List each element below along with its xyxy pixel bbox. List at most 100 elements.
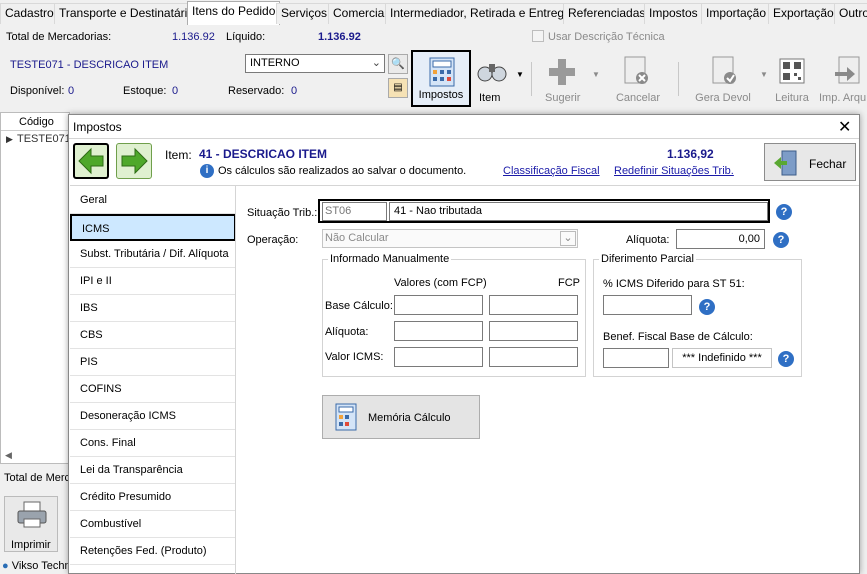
fcp-label: FCP xyxy=(558,277,580,289)
usar-desc-checkbox[interactable] xyxy=(532,30,544,42)
chevron-down-icon: ⌄ xyxy=(560,231,576,246)
tab-outro[interactable]: Outro xyxy=(834,3,867,24)
tab-exportacao[interactable]: Exportação xyxy=(768,3,839,24)
item-dropdown-icon[interactable]: ▼ xyxy=(516,70,524,79)
next-item-button[interactable] xyxy=(116,143,152,179)
redefinir-situacoes-link[interactable]: Redefinir Situações Trib. xyxy=(614,165,734,177)
total-merc-label: Total de Merc xyxy=(4,472,71,484)
manual-group-title: Informado Manualmente xyxy=(328,253,452,265)
prev-item-button[interactable] xyxy=(73,143,109,179)
gera-devol-button[interactable]: ▼ Gera Devol xyxy=(688,50,768,108)
grid-row[interactable]: ▶ TESTE071 xyxy=(1,131,71,147)
help-icon[interactable]: ? xyxy=(778,351,794,367)
globe-icon: ● xyxy=(2,560,9,572)
situacao-code-input[interactable]: ST06 xyxy=(322,202,387,221)
classificacao-fiscal-link[interactable]: Classificação Fiscal xyxy=(503,165,600,177)
gera-devol-dropdown-icon[interactable]: ▼ xyxy=(760,70,768,79)
toolbar-separator xyxy=(531,62,532,96)
sidebar-item-combustivel[interactable]: Combustível xyxy=(70,511,236,538)
impostos-button[interactable]: Impostos xyxy=(411,50,471,107)
close-icon[interactable]: ✕ xyxy=(838,117,851,137)
fechar-button[interactable]: Fechar xyxy=(764,143,856,181)
sidebar-item-cofins[interactable]: COFINS xyxy=(70,376,236,403)
icms-diferido-input[interactable] xyxy=(603,295,692,315)
disponivel-value: 0 xyxy=(68,85,75,97)
sidebar-item-icms[interactable]: ICMS xyxy=(70,214,236,241)
help-icon[interactable]: ? xyxy=(773,232,789,248)
sidebar-item-geral[interactable]: Geral xyxy=(70,187,236,214)
situacao-desc-input[interactable]: 41 - Nao tributada xyxy=(389,202,768,221)
tab-referenciadas[interactable]: Referenciadas xyxy=(563,3,651,24)
valor-icms-fcp-input[interactable] xyxy=(489,347,578,367)
status-bar: ● Vikso Techn xyxy=(0,558,68,574)
base-calculo-input[interactable] xyxy=(394,295,483,315)
tax-sidebar: Geral ICMS Subst. Tributária / Dif. Alíq… xyxy=(70,187,236,565)
folder-button[interactable]: ▤ xyxy=(388,78,408,98)
help-icon[interactable]: ? xyxy=(776,204,792,220)
tab-impostos[interactable]: Impostos xyxy=(644,3,703,24)
benef-fiscal-code-input[interactable] xyxy=(603,348,669,368)
leitura-button[interactable]: Leitura xyxy=(770,50,814,108)
valor-icms-input[interactable] xyxy=(394,347,483,367)
imp-arqu-label: Imp. Arqu xyxy=(819,92,867,104)
calculator-icon xyxy=(335,403,357,431)
sidebar-item-credito-presumido[interactable]: Crédito Presumido xyxy=(70,484,236,511)
return-document-icon xyxy=(712,56,736,84)
memoria-calculo-button[interactable]: Memória Cálculo xyxy=(322,395,480,439)
aliquota-input[interactable]: 0,00 xyxy=(676,229,765,249)
memoria-calculo-label: Memória Cálculo xyxy=(368,412,451,424)
sugerir-dropdown-icon[interactable]: ▼ xyxy=(592,70,600,79)
cancelar-button[interactable]: Cancelar xyxy=(608,50,668,108)
tab-itens-pedido[interactable]: Itens do Pedido xyxy=(187,1,281,25)
qrcode-icon xyxy=(779,58,805,84)
info-icon: i xyxy=(200,164,214,178)
tab-importacao[interactable]: Importação xyxy=(701,3,772,24)
tab-intermediador[interactable]: Intermediador, Retirada e Entrega xyxy=(385,3,576,24)
liquido-label: Líquido: xyxy=(226,31,266,43)
leitura-label: Leitura xyxy=(775,92,809,104)
imp-arqu-button[interactable]: Imp. Arqu xyxy=(817,50,867,108)
item-name: TESTE071 - DESCRICAO ITEM xyxy=(10,59,169,71)
tab-transporte[interactable]: Transporte e Destinatário xyxy=(54,3,199,24)
situacao-desc-value: 41 - Nao tributada xyxy=(394,205,483,217)
aliquota-fcp-input[interactable] xyxy=(489,321,578,341)
sidebar-item-subst-tributaria[interactable]: Subst. Tributária / Dif. Alíquota xyxy=(70,241,236,268)
sidebar-item-desoneracao[interactable]: Desoneração ICMS xyxy=(70,403,236,430)
tab-cadastro[interactable]: Cadastro xyxy=(0,3,59,24)
base-calculo-fcp-input[interactable] xyxy=(489,295,578,315)
benef-fiscal-desc-input[interactable]: *** Indefinido *** xyxy=(672,348,772,368)
sidebar-item-ibs[interactable]: IBS xyxy=(70,295,236,322)
items-grid: Código ▶ TESTE071 ◀ xyxy=(0,112,71,464)
help-icon[interactable]: ? xyxy=(699,299,715,315)
exit-door-icon xyxy=(774,150,797,176)
search-button[interactable]: 🔍 xyxy=(388,54,408,74)
reservado-label: Reservado: xyxy=(228,85,285,97)
sidebar-item-cons-final[interactable]: Cons. Final xyxy=(70,430,236,457)
chevron-down-icon: ⌄ xyxy=(371,57,381,69)
arrow-right-icon xyxy=(121,147,148,175)
aliquota-label: Alíquota: xyxy=(626,234,670,246)
sugerir-button[interactable]: ▼ Sugerir xyxy=(540,50,600,108)
scroll-left-icon[interactable]: ◀ xyxy=(5,450,12,461)
gera-devol-label: Gera Devol xyxy=(695,92,751,104)
item-value: 41 - DESCRICAO ITEM xyxy=(199,147,328,161)
situacao-code-value: ST06 xyxy=(325,205,352,217)
sidebar-item-retencoes[interactable]: Retenções Fed. (Produto) xyxy=(70,538,236,565)
operacao-select[interactable]: Não Calcular ⌄ xyxy=(322,229,578,248)
tab-comercial[interactable]: Comercial xyxy=(328,3,393,24)
sidebar-item-pis[interactable]: PIS xyxy=(70,349,236,376)
deposito-select[interactable]: INTERNO ⌄ xyxy=(245,54,385,73)
sidebar-item-cbs[interactable]: CBS xyxy=(70,322,236,349)
aliquota-manual-input[interactable] xyxy=(394,321,483,341)
reservado-value: 0 xyxy=(291,85,298,97)
tab-servicos[interactable]: Serviços xyxy=(276,3,333,24)
item-button[interactable]: ▼ Item xyxy=(474,50,524,108)
disponivel-label: Disponível: xyxy=(10,85,65,97)
imprimir-button[interactable]: Imprimir xyxy=(4,496,58,552)
sidebar-item-ipi[interactable]: IPI e II xyxy=(70,268,236,295)
estoque-label: Estoque: xyxy=(123,85,167,97)
printer-icon xyxy=(17,501,47,528)
search-icon: 🔍 xyxy=(391,58,405,70)
grid-header-codigo: Código xyxy=(1,113,69,131)
sidebar-item-lei-transparencia[interactable]: Lei da Transparência xyxy=(70,457,236,484)
